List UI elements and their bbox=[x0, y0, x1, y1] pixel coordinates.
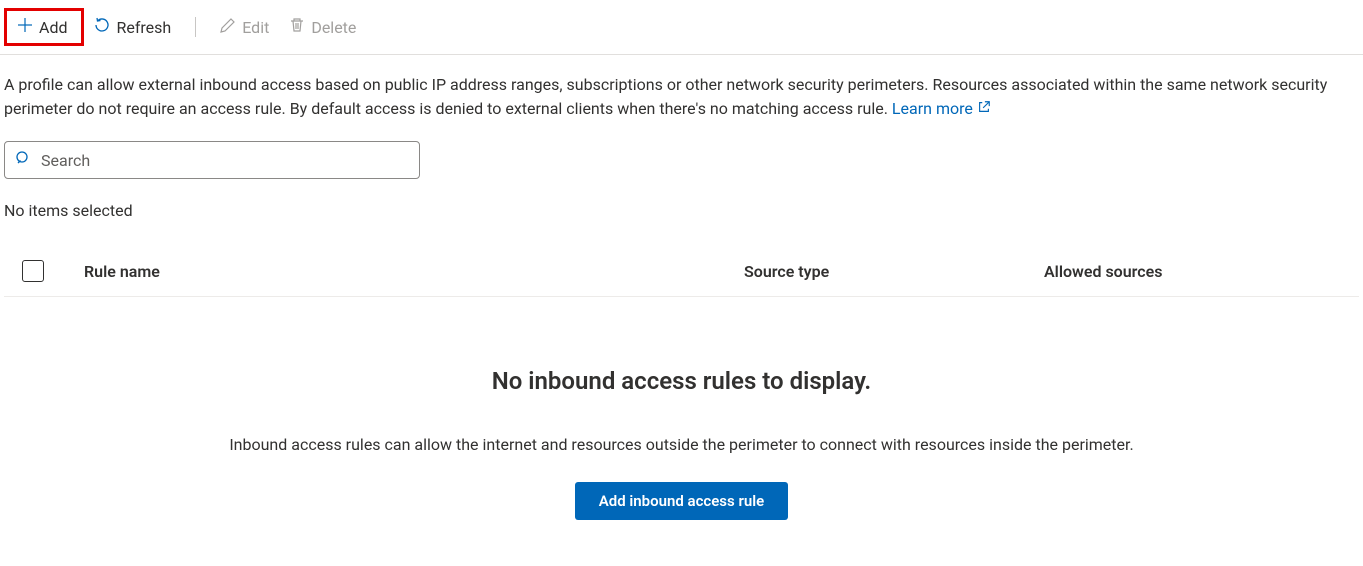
search-box[interactable] bbox=[4, 141, 420, 179]
delete-label: Delete bbox=[311, 18, 356, 37]
delete-button: Delete bbox=[279, 11, 366, 43]
search-wrapper bbox=[4, 141, 1359, 179]
select-all-cell bbox=[4, 260, 84, 282]
selection-status: No items selected bbox=[4, 201, 1359, 220]
table-header: Rule name Source type Allowed sources bbox=[4, 252, 1359, 297]
edit-label: Edit bbox=[242, 18, 269, 37]
trash-icon bbox=[289, 17, 305, 37]
learn-more-label: Learn more bbox=[892, 97, 973, 121]
select-all-checkbox[interactable] bbox=[22, 260, 44, 282]
search-icon bbox=[15, 150, 31, 170]
learn-more-link[interactable]: Learn more bbox=[892, 97, 991, 121]
description-body: A profile can allow external inbound acc… bbox=[4, 75, 1327, 118]
command-toolbar: Add Refresh Edit Delete bbox=[0, 0, 1363, 55]
refresh-label: Refresh bbox=[116, 18, 171, 37]
search-input[interactable] bbox=[41, 151, 409, 170]
column-source-type[interactable]: Source type bbox=[744, 262, 1044, 281]
empty-state: No inbound access rules to display. Inbo… bbox=[0, 367, 1363, 520]
toolbar-separator bbox=[195, 17, 196, 37]
refresh-button[interactable]: Refresh bbox=[84, 11, 181, 43]
empty-title: No inbound access rules to display. bbox=[0, 367, 1363, 395]
refresh-icon bbox=[94, 17, 110, 37]
column-rule-name[interactable]: Rule name bbox=[84, 262, 744, 281]
column-allowed-sources[interactable]: Allowed sources bbox=[1044, 262, 1359, 281]
add-inbound-rule-button[interactable]: Add inbound access rule bbox=[575, 482, 788, 520]
external-link-icon bbox=[977, 97, 991, 121]
edit-button: Edit bbox=[210, 11, 279, 43]
plus-icon bbox=[17, 17, 33, 37]
add-button[interactable]: Add bbox=[4, 8, 84, 46]
description-text: A profile can allow external inbound acc… bbox=[0, 55, 1340, 121]
empty-subtitle: Inbound access rules can allow the inter… bbox=[0, 435, 1363, 454]
add-label: Add bbox=[39, 18, 67, 37]
pencil-icon bbox=[220, 17, 236, 37]
